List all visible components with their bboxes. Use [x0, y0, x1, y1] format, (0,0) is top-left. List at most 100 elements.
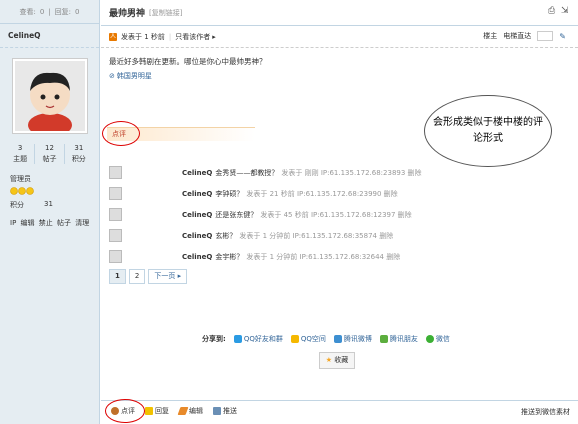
next-page-button[interactable]: 下一页 ▸ — [148, 269, 188, 284]
post-content: 最近好多韩剧在更新。哪位是你心中最帅男神？ ⊘ 韩国男明星 — [101, 48, 578, 81]
comment-meta: 发表于 45 秒前 IP:61.135.172.68:12397 删除 — [260, 210, 412, 219]
comment-text: 李钟硕？ — [215, 189, 244, 198]
push-icon — [213, 406, 221, 415]
favorite-button[interactable]: ★ 收藏 — [319, 352, 355, 369]
comment-meta: 发表于 1 分钟前 IP:61.135.172.68:32644 删除 — [246, 252, 401, 261]
cartoon-avatar-icon — [14, 61, 85, 131]
views-count: 0 — [39, 7, 45, 16]
author-stats: 3 主题 12 帖子 31 积分 — [6, 144, 93, 164]
credit-value: 31 — [44, 200, 53, 208]
wechat-icon — [425, 335, 434, 343]
share-qzone[interactable]: QQ空间 — [290, 334, 326, 344]
views-label: 查看: — [19, 7, 36, 16]
comment-avatar[interactable] — [109, 187, 122, 200]
reply-icon — [145, 406, 153, 415]
admin-posts-link[interactable]: 帖子 — [57, 219, 71, 227]
admin-clean-link[interactable]: 清理 — [75, 219, 89, 227]
star-icon: ★ — [325, 356, 333, 364]
author-username[interactable]: CelineQ — [0, 24, 99, 48]
highlight-ring — [102, 121, 140, 146]
admin-links: IP 编辑 禁止 帖子 清理 — [10, 218, 99, 228]
floor-label: 楼主 — [483, 32, 498, 40]
admin-edit-link[interactable]: 编辑 — [21, 219, 35, 227]
author-role[interactable]: 管理员 — [10, 174, 99, 184]
comment-item: CelineQ 李钟硕？ 发表于 21 秒前 IP:61.135.172.68:23… — [109, 183, 569, 204]
comment-meta: 发表于 刚刚 IP:61.135.172.68:23893 删除 — [281, 168, 422, 177]
reply-button[interactable]: 回复 — [145, 406, 169, 416]
published-time: 发表于 1 秒前 — [121, 32, 165, 41]
comment-user[interactable]: CelineQ — [182, 211, 212, 219]
pengyou-icon — [379, 335, 388, 343]
annotation-callout: 会形成类似于楼中楼的评论形式 — [424, 95, 552, 167]
jump-go-icon[interactable]: ✎ — [559, 32, 566, 41]
comment-avatar[interactable] — [109, 166, 122, 179]
post-body: 最近好多韩剧在更新。哪位是你心中最帅男神？ — [109, 57, 267, 66]
chevron-right-icon: ▸ — [177, 272, 182, 280]
share-bar: 分享到: QQ好友和群 QQ空间 腾讯微博 腾讯朋友 微信 — [202, 334, 450, 344]
push-button[interactable]: 推送 — [213, 406, 237, 416]
comment-meta: 发表于 1 分钟前 IP:61.135.172.68:35874 删除 — [239, 231, 394, 240]
author-sidebar: 查看: 0 | 回复: 0 CelineQ 3 主题 12 帖子 31 积分 管… — [0, 0, 100, 424]
comment-user[interactable]: CelineQ — [182, 190, 212, 198]
share-page-icon[interactable]: ⇲ — [561, 7, 570, 16]
author-badge-icon: 人 — [109, 32, 117, 41]
credit-label: 积分 — [10, 201, 24, 209]
author-credit: 积分 31 — [10, 200, 99, 210]
jump-label: 电梯直达 — [503, 32, 532, 40]
comment-text: 金宇彬？ — [215, 252, 244, 261]
comment-avatar[interactable] — [109, 208, 122, 221]
highlight-ring — [105, 399, 145, 423]
comment-avatar[interactable] — [109, 229, 122, 242]
share-qq-friends[interactable]: QQ好友和群 — [233, 334, 283, 344]
comment-user[interactable]: CelineQ — [182, 232, 212, 240]
post-main: 最帅男神 [复制链接] ⎙ ⇲ 人 发表于 1 秒前 | 只看该作者 ▸ 楼主 … — [101, 0, 578, 424]
comment-text: 金秀贤——都教授？ — [215, 168, 279, 177]
filter-arrow-icon[interactable]: ▸ — [212, 33, 216, 41]
stat-credits[interactable]: 31 积分 — [65, 144, 93, 164]
qzone-icon — [290, 335, 299, 343]
share-label: 分享到: — [202, 335, 226, 343]
post-actions-bar: 点评 回复 编辑 推送 推送到微信素材 — [101, 400, 578, 420]
admin-ip-link[interactable]: IP — [10, 219, 16, 227]
comment-item: CelineQ 玄彬？ 发表于 1 分钟前 IP:61.135.172.68:358… — [109, 225, 569, 246]
replies-count: 0 — [75, 7, 80, 16]
tag-icon: ⊘ — [109, 72, 115, 80]
post-meta: 人 发表于 1 秒前 | 只看该作者 ▸ 楼主 电梯直达 ✎ — [101, 26, 578, 48]
post-title-row: 最帅男神 [复制链接] ⎙ ⇲ — [101, 0, 578, 26]
comment-meta: 发表于 21 秒前 IP:61.135.172.68:23990 删除 — [246, 189, 398, 198]
comment-text: 还是张东健？ — [215, 210, 258, 219]
comment-pager: 1 2 下一页 ▸ — [109, 269, 188, 284]
stat-posts[interactable]: 12 帖子 — [35, 144, 65, 164]
admin-ban-link[interactable]: 禁止 — [39, 219, 53, 227]
share-tencent-weibo[interactable]: 腾讯微博 — [333, 334, 372, 344]
only-author-link[interactable]: 只看该作者 — [175, 32, 210, 42]
print-icon[interactable]: ⎙ — [548, 7, 557, 16]
qq-icon — [233, 335, 242, 343]
pencil-icon — [177, 406, 189, 415]
rank-stars-icon — [10, 186, 99, 196]
comment-avatar[interactable] — [109, 250, 122, 263]
comment-item: CelineQ 金宇彬？ 发表于 1 分钟前 IP:61.135.172.68:32… — [109, 246, 569, 267]
copy-link-button[interactable]: [复制链接] — [149, 8, 182, 18]
page-2-button[interactable]: 2 — [128, 269, 146, 284]
comment-item: CelineQ 金秀贤——都教授？ 发表于 刚刚 IP:61.135.172.68:… — [109, 162, 569, 183]
post-tag-label: 韩国男明星 — [116, 72, 152, 80]
comment-user[interactable]: CelineQ — [182, 169, 212, 177]
edit-button[interactable]: 编辑 — [177, 406, 203, 416]
post-title: 最帅男神 — [109, 9, 146, 19]
floor-jump-input[interactable] — [537, 31, 554, 41]
thread-stats: 查看: 0 | 回复: 0 — [0, 0, 99, 24]
stat-topics[interactable]: 3 主题 — [6, 144, 36, 164]
comment-list: CelineQ 金秀贤——都教授？ 发表于 刚刚 IP:61.135.172.68:… — [109, 162, 569, 267]
comment-user[interactable]: CelineQ — [182, 253, 212, 261]
comment-text: 玄彬？ — [215, 231, 237, 240]
annotation-text: 会形成类似于楼中楼的评论形式 — [433, 117, 543, 144]
push-to-wechat-link[interactable]: 推送到微信素材 — [521, 407, 570, 417]
share-tencent-friends[interactable]: 腾讯朋友 — [379, 334, 418, 344]
comment-item: CelineQ 还是张东健？ 发表于 45 秒前 IP:61.135.172.68:… — [109, 204, 569, 225]
page-1-button[interactable]: 1 — [109, 269, 126, 284]
author-avatar[interactable] — [11, 58, 88, 134]
share-wechat[interactable]: 微信 — [425, 334, 450, 344]
weibo-icon — [333, 335, 342, 343]
post-tag[interactable]: ⊘ 韩国男明星 — [109, 71, 570, 81]
